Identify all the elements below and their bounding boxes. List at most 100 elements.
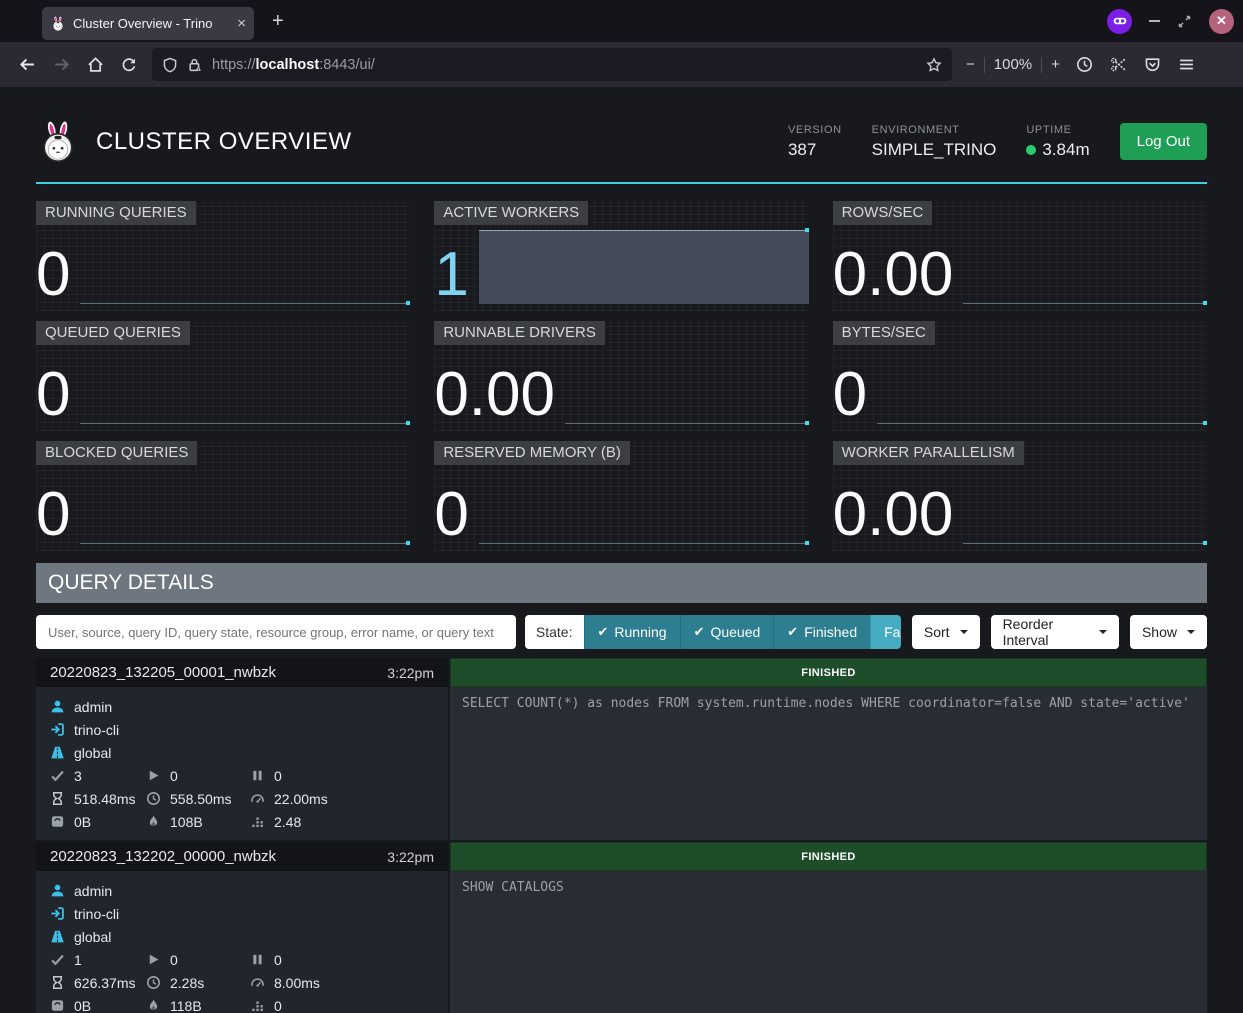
sparkline (479, 230, 809, 304)
reorder-interval-dropdown[interactable]: Reorder Interval (991, 615, 1119, 649)
clock-icon (146, 791, 161, 806)
page-header: CLUSTER OVERVIEW VERSION 387 ENVIRONMENT… (36, 87, 1207, 171)
tab-close-icon[interactable]: × (237, 15, 246, 32)
sign-in-icon (50, 906, 65, 921)
sparkline (80, 350, 410, 424)
uptime-info: UPTIME 3.84m (1026, 124, 1089, 160)
running-splits: 0 (170, 768, 178, 784)
stat-card-active-workers: ACTIVE WORKERS 1 (434, 201, 808, 311)
query-id-link[interactable]: 20220823_132202_00000_nwbzk (50, 848, 276, 865)
bookmark-star-icon[interactable] (926, 57, 942, 73)
minimize-button[interactable] (1149, 20, 1160, 22)
cpu-time: 2.28s (170, 975, 204, 991)
user-icon (50, 699, 65, 714)
page-title: CLUSTER OVERVIEW (96, 128, 788, 156)
stat-card-queued-queries: QUEUED QUERIES 0 (36, 321, 410, 431)
zoom-in-button[interactable]: + (1051, 56, 1060, 73)
wall-time: 518.48ms (74, 791, 135, 807)
history-button[interactable] (1068, 49, 1102, 81)
completed-splits: 1 (74, 952, 82, 968)
header-divider (36, 182, 1207, 184)
version-info: VERSION 387 (788, 124, 842, 160)
gauge-icon (250, 975, 265, 990)
filter-failed-dropdown[interactable]: Failed (870, 615, 901, 649)
environment-value: SIMPLE_TRINO (872, 140, 997, 160)
new-tab-button[interactable]: + (272, 10, 284, 33)
stat-card-bytes-sec: BYTES/SEC 0 (833, 321, 1207, 431)
peak-memory: 118B (170, 998, 202, 1013)
query-sql-text: SHOW CATALOGS (450, 871, 1207, 1013)
query-id-link[interactable]: 20220823_132205_00001_nwbzk (50, 664, 276, 681)
equalizer-icon (250, 998, 265, 1013)
sign-in-icon (50, 722, 65, 737)
query-sql-text: SELECT COUNT(*) as nodes FROM system.run… (450, 687, 1207, 840)
state-label: State: (525, 615, 584, 649)
query-status-bar: FINISHED (450, 842, 1207, 871)
clock-icon (146, 975, 161, 990)
url-text[interactable]: https://localhost:8443/ui/ (212, 57, 917, 73)
stat-card-reserved-memory: RESERVED MEMORY (B) 0 (434, 441, 808, 551)
sparkline (80, 470, 410, 544)
back-button[interactable] (10, 49, 44, 81)
hourglass-icon (50, 791, 65, 806)
stat-card-runnable-drivers: RUNNABLE DRIVERS 0.00 (434, 321, 808, 431)
wall-time: 626.37ms (74, 975, 135, 991)
query-row: 20220823_132205_00001_nwbzk 3:22pm FINIS… (36, 658, 1207, 840)
tracking-shield-icon[interactable] (162, 57, 178, 73)
current-memory: 0B (74, 998, 91, 1013)
query-user: admin (74, 883, 112, 899)
gauge-icon (250, 791, 265, 806)
scale-icon (50, 814, 65, 829)
browser-tab[interactable]: Cluster Overview - Trino × (42, 7, 254, 40)
maximize-button[interactable] (1177, 14, 1192, 29)
menu-button[interactable] (1170, 49, 1204, 81)
forward-button[interactable] (44, 49, 78, 81)
fire-icon (146, 998, 161, 1013)
peak-memory: 108B (170, 814, 203, 830)
filter-running-button[interactable]: ✔Running (584, 615, 680, 649)
lock-warning-icon[interactable] (187, 57, 203, 73)
scale-icon (50, 998, 65, 1013)
browser-titlebar: Cluster Overview - Trino × + ✕ (0, 0, 1243, 42)
version-value: 387 (788, 140, 842, 160)
cumulative-memory: 0 (274, 998, 282, 1013)
zoom-level[interactable]: 100% (994, 56, 1032, 73)
sparkline (963, 470, 1207, 544)
url-bar[interactable]: https://localhost:8443/ui/ (152, 48, 952, 81)
stat-card-blocked-queries: BLOCKED QUERIES 0 (36, 441, 410, 551)
query-resource-group: global (74, 929, 111, 945)
show-dropdown[interactable]: Show (1130, 615, 1207, 649)
check-icon (50, 952, 65, 967)
home-button[interactable] (78, 49, 112, 81)
completed-splits: 3 (74, 768, 82, 784)
zoom-out-button[interactable]: − (966, 56, 975, 73)
filter-queued-button[interactable]: ✔Queued (680, 615, 774, 649)
pause-icon (250, 768, 265, 783)
hourglass-icon (50, 975, 65, 990)
query-time: 3:22pm (387, 665, 434, 681)
running-splits: 0 (170, 952, 178, 968)
sparkline (963, 230, 1207, 304)
road-icon (50, 745, 65, 760)
close-button[interactable]: ✕ (1209, 9, 1234, 34)
logout-button[interactable]: Log Out (1120, 123, 1207, 160)
pause-icon (250, 952, 265, 967)
screenshot-button[interactable] (1102, 49, 1136, 81)
check-icon: ✔ (598, 624, 609, 640)
uptime-status-dot (1026, 145, 1036, 155)
sort-dropdown[interactable]: Sort (912, 615, 980, 649)
play-icon (146, 768, 161, 783)
trino-cluster-overview-page: CLUSTER OVERVIEW VERSION 387 ENVIRONMENT… (0, 87, 1243, 1013)
sparkline (479, 470, 809, 544)
caret-down-icon (1187, 630, 1195, 634)
search-input[interactable] (36, 615, 516, 649)
equalizer-icon (250, 814, 265, 829)
environment-info: ENVIRONMENT SIMPLE_TRINO (872, 124, 997, 160)
pocket-button[interactable] (1136, 49, 1170, 81)
reload-button[interactable] (112, 49, 146, 81)
trino-favicon-icon (50, 16, 66, 32)
execution-time: 22.00ms (274, 791, 328, 807)
filter-finished-button[interactable]: ✔Finished (773, 615, 870, 649)
query-details-header: QUERY DETAILS (36, 563, 1207, 603)
query-status-bar: FINISHED (450, 658, 1207, 687)
